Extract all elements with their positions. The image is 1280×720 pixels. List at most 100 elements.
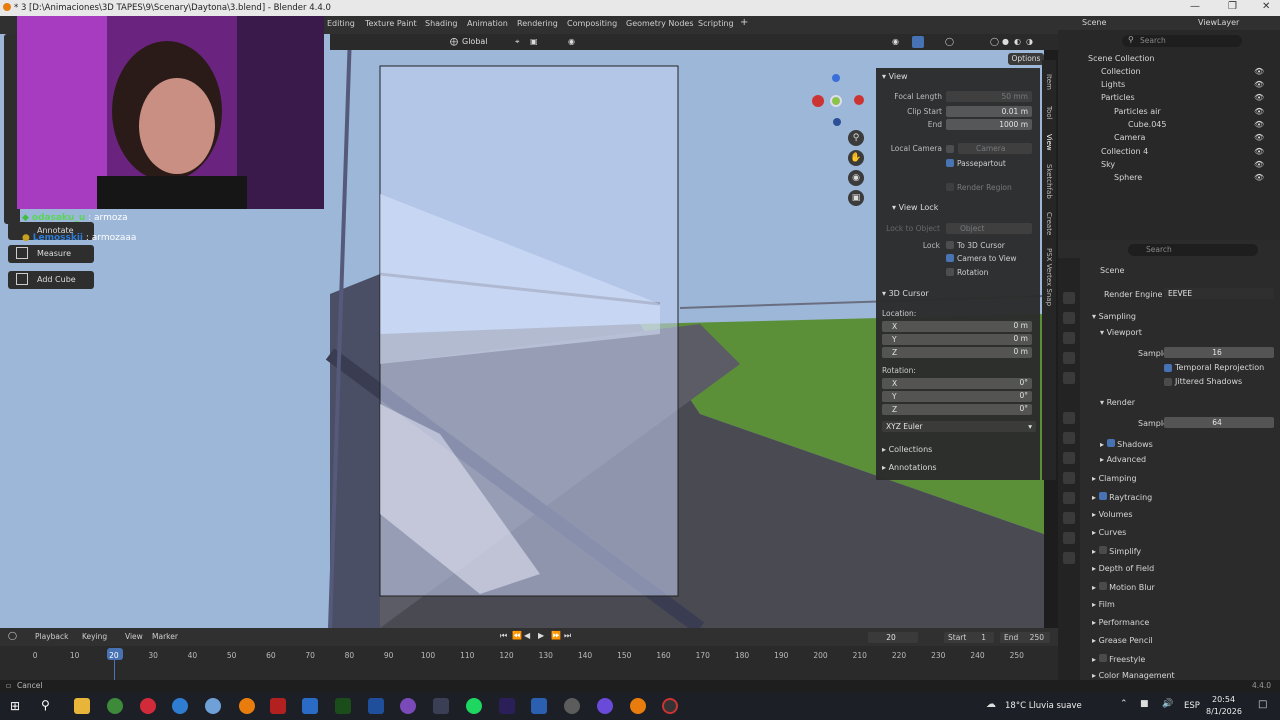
shadows-checkbox[interactable] xyxy=(1106,439,1115,447)
cursor-rot-z-field[interactable]: 0° xyxy=(976,404,1028,413)
gizmo-x-axis[interactable] xyxy=(812,95,824,107)
lock-icon[interactable]: ▣ xyxy=(848,190,864,206)
view-menu[interactable]: View xyxy=(125,632,143,641)
gizmo-neg-x-axis[interactable] xyxy=(854,95,864,105)
discord-icon[interactable] xyxy=(597,698,613,714)
weather-text[interactable]: 18°C Lluvia suave xyxy=(1005,701,1082,711)
lock-to-cursor-checkbox[interactable] xyxy=(946,241,954,249)
outliner-item-scene-collection[interactable]: Scene Collection xyxy=(1088,54,1155,63)
visibility-icon[interactable]: ◉ xyxy=(892,37,899,46)
film-panel-header[interactable]: ▸ Film xyxy=(1092,600,1115,609)
grease-pencil-panel-header[interactable]: ▸ Grease Pencil xyxy=(1092,636,1153,645)
marker-menu[interactable]: Marker xyxy=(152,632,178,641)
app-icon[interactable] xyxy=(400,698,416,714)
eye-icon[interactable]: 👁 xyxy=(1254,120,1264,129)
blender-running-icon[interactable] xyxy=(630,698,646,714)
tab-tool[interactable]: Tool xyxy=(1045,106,1053,120)
outliner-item-particles[interactable]: Particles xyxy=(1101,93,1135,102)
start-frame-field[interactable]: Start 1 xyxy=(944,632,994,643)
eye-icon[interactable]: 👁 xyxy=(1254,107,1264,116)
motion-blur-checkbox[interactable] xyxy=(1098,582,1107,590)
zoom-icon[interactable]: ⚲ xyxy=(848,130,864,146)
tab-scripting[interactable]: Scripting xyxy=(698,19,734,28)
weather-icon[interactable]: ☁ xyxy=(986,699,996,710)
view-lock-section-header[interactable]: ▾ View Lock xyxy=(892,203,938,212)
render-engine-select[interactable]: EEVEE xyxy=(1164,288,1274,299)
speaker-icon[interactable]: 🔊 xyxy=(1162,699,1173,709)
maximize-icon[interactable]: ❐ xyxy=(1228,1,1237,12)
sampling-panel-header[interactable]: ▾ Sampling xyxy=(1092,312,1136,321)
tab-rendering[interactable]: Rendering xyxy=(517,19,558,28)
particles-tab-icon[interactable] xyxy=(1063,452,1075,464)
temporal-reprojection-checkbox[interactable] xyxy=(1164,364,1172,372)
tab-view[interactable]: View xyxy=(1045,134,1053,151)
minimize-icon[interactable]: — xyxy=(1190,1,1200,12)
spotify-icon[interactable] xyxy=(466,698,482,714)
eye-icon[interactable]: 👁 xyxy=(1254,67,1264,76)
options-button[interactable]: Options xyxy=(1008,53,1044,65)
tray-expand-icon[interactable]: ⌃ xyxy=(1120,699,1128,709)
current-frame-field[interactable]: 20 xyxy=(868,632,918,643)
raytracing-checkbox[interactable] xyxy=(1098,492,1107,500)
render-region-checkbox[interactable] xyxy=(946,183,954,191)
outliner-item-particles-air[interactable]: Particles air xyxy=(1114,107,1161,116)
search-icon[interactable]: ⚲ xyxy=(41,698,50,712)
shadows-panel-header[interactable]: ▸ Shadows xyxy=(1100,439,1153,449)
local-camera-field[interactable]: Camera xyxy=(958,143,1032,154)
opera-icon[interactable] xyxy=(140,698,156,714)
annotations-section-header[interactable]: ▸ Annotations xyxy=(882,463,937,472)
outliner-item-sphere[interactable]: Sphere xyxy=(1114,173,1142,182)
solid-shading-icon[interactable]: ● xyxy=(1002,37,1009,46)
play-icon[interactable]: ▶ xyxy=(538,631,544,640)
output-tab-icon[interactable] xyxy=(1063,312,1075,324)
word-icon[interactable] xyxy=(531,698,547,714)
gizmo-toggle-icon[interactable] xyxy=(912,36,924,48)
transform-orientation-select[interactable]: Global xyxy=(462,37,488,46)
jump-end-icon[interactable]: ⏭ xyxy=(564,631,571,641)
passepartout-checkbox[interactable] xyxy=(946,159,954,167)
cursor-loc-z-field[interactable]: 0 m xyxy=(976,347,1028,356)
app-icon[interactable] xyxy=(205,698,221,714)
collections-section-header[interactable]: ▸ Collections xyxy=(882,445,932,454)
blender-icon[interactable] xyxy=(239,698,255,714)
video-editor-icon[interactable] xyxy=(270,698,286,714)
tab-texture-paint[interactable]: Texture Paint xyxy=(365,19,417,28)
gizmo-z-axis[interactable] xyxy=(832,74,840,82)
clip-end-field[interactable]: 1000 m xyxy=(946,119,1032,130)
cursor-rot-x-field[interactable]: 0° xyxy=(976,378,1028,387)
tab-sketchfab[interactable]: Sketchfab xyxy=(1045,164,1053,199)
after-effects-icon[interactable] xyxy=(499,698,515,714)
raytracing-panel-header[interactable]: ▸ Raytracing xyxy=(1092,492,1152,502)
freestyle-panel-header[interactable]: ▸ Freestyle xyxy=(1092,654,1145,664)
tab-editing[interactable]: Editing xyxy=(327,19,355,28)
data-tab-icon[interactable] xyxy=(1063,512,1075,524)
render-subpanel-header[interactable]: ▾ Render xyxy=(1100,398,1135,407)
outliner-item-sky[interactable]: Sky xyxy=(1101,160,1115,169)
cursor-section-header[interactable]: ▾ 3D Cursor xyxy=(882,289,929,298)
clamping-panel-header[interactable]: ▸ Clamping xyxy=(1092,474,1137,483)
playback-menu[interactable]: Playback xyxy=(35,632,68,641)
lock-to-object-field[interactable]: Object xyxy=(946,223,1032,234)
outliner-item-collection-4[interactable]: Collection 4 xyxy=(1101,147,1148,156)
tab-create[interactable]: Create xyxy=(1045,212,1053,235)
view-section-header[interactable]: ▾ View xyxy=(882,72,908,81)
performance-panel-header[interactable]: ▸ Performance xyxy=(1092,618,1149,627)
render-samples-field[interactable]: 64 xyxy=(1164,417,1274,428)
windows-start-icon[interactable]: ⊞ xyxy=(10,699,20,713)
close-icon[interactable]: ✕ xyxy=(1262,1,1270,12)
material-shading-icon[interactable]: ◐ xyxy=(1014,37,1021,46)
eye-icon[interactable]: 👁 xyxy=(1254,147,1264,156)
eye-icon[interactable]: 👁 xyxy=(1254,93,1264,102)
clock-time[interactable]: 20:54 xyxy=(1212,695,1235,704)
pivot-icon[interactable]: ⌖ xyxy=(515,37,520,47)
chrome-icon[interactable] xyxy=(107,698,123,714)
outliner-item-collection[interactable]: Collection xyxy=(1101,67,1141,76)
proportional-edit-icon[interactable]: ◉ xyxy=(568,37,575,46)
lock-rotation-checkbox[interactable] xyxy=(946,268,954,276)
view-layer-selector[interactable]: ViewLayer xyxy=(1198,18,1239,27)
tab-shading[interactable]: Shading xyxy=(425,19,458,28)
tab-psx-vertex-snap[interactable]: PSX Vertex Snap xyxy=(1045,248,1053,306)
vscode-icon[interactable] xyxy=(368,698,384,714)
color-management-panel-header[interactable]: ▸ Color Management xyxy=(1092,671,1175,680)
volumes-panel-header[interactable]: ▸ Volumes xyxy=(1092,510,1132,519)
